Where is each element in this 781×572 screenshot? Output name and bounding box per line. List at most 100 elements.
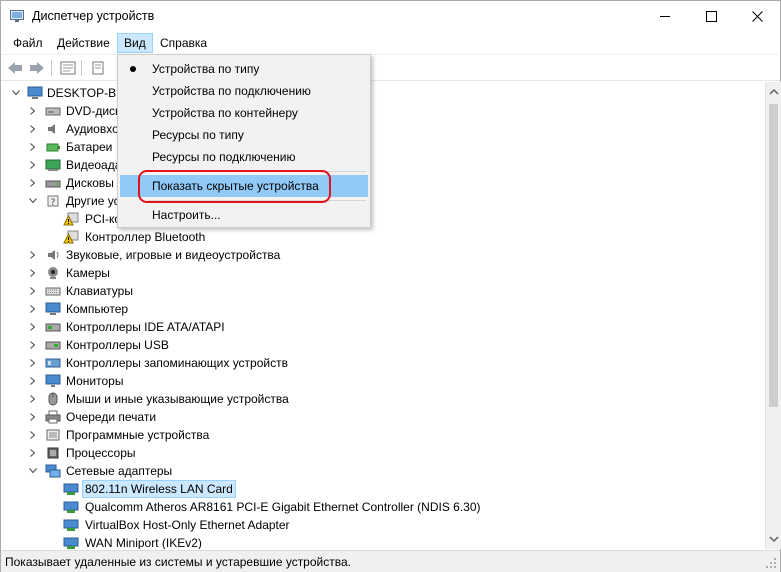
- scroll-thumb[interactable]: [769, 104, 778, 407]
- tree-node-print-queues[interactable]: Очереди печати: [1, 408, 201, 426]
- expand-chevron-icon[interactable]: [28, 444, 38, 462]
- expand-chevron-icon[interactable]: [28, 102, 38, 120]
- menu-help[interactable]: Справка: [154, 33, 213, 53]
- keyboard-icon: [45, 287, 61, 296]
- expand-chevron-icon[interactable]: [28, 246, 38, 264]
- tree-node-sound[interactable]: Звуковые, игровые и видеоустройства: [1, 246, 321, 264]
- forward-button[interactable]: [28, 59, 46, 77]
- tree-node-qualcomm[interactable]: Qualcomm Atheros AR8161 PCI-E Gigabit Et…: [1, 498, 521, 516]
- tree-node-dvd[interactable]: DVD-дисков: [1, 102, 133, 120]
- display-adapter-icon: [45, 159, 61, 171]
- expand-chevron-icon[interactable]: [28, 282, 38, 300]
- expand-chevron-icon[interactable]: [28, 372, 38, 390]
- expand-chevron-icon[interactable]: [28, 264, 38, 282]
- menu-view[interactable]: Вид: [117, 33, 153, 53]
- tree-node-bluetooth-warning[interactable]: Контроллер Bluetooth: [1, 228, 261, 246]
- document-icon: [92, 61, 104, 75]
- resize-grip-icon[interactable]: [765, 557, 777, 569]
- tree-node-mice[interactable]: Мыши и иные указывающие устройства: [1, 390, 321, 408]
- tree-node-network-adapters[interactable]: Сетевые адаптеры: [1, 462, 201, 480]
- expand-chevron-icon[interactable]: [28, 318, 38, 336]
- tree-node-cameras[interactable]: Камеры: [1, 264, 201, 282]
- collapse-chevron-icon[interactable]: [28, 462, 38, 480]
- expand-chevron-icon[interactable]: [28, 300, 38, 318]
- back-arrow-icon: [8, 62, 22, 74]
- forward-arrow-icon: [30, 62, 44, 74]
- tree-root[interactable]: DESKTOP-BPI: [1, 84, 127, 102]
- menu-item-label: Устройства по контейнеру: [152, 106, 298, 120]
- expand-chevron-icon[interactable]: [28, 426, 38, 444]
- tree-node-wireless-lan[interactable]: 802.11n Wireless LAN Card: [1, 480, 261, 498]
- menu-file[interactable]: Файл: [7, 33, 49, 53]
- tree-node-disks[interactable]: Дисковы: [1, 174, 121, 192]
- tree-node-label: VirtualBox Host-Only Ethernet Adapter: [85, 518, 290, 532]
- maximize-button[interactable]: [688, 1, 734, 32]
- tree-node-battery[interactable]: Батареи: [1, 138, 121, 156]
- view-menu-devices-by-type[interactable]: Устройства по типу: [120, 58, 368, 80]
- close-button[interactable]: [734, 1, 780, 32]
- tree-node-pci-warning[interactable]: PCI-ко: [1, 210, 121, 228]
- view-menu-devices-by-container[interactable]: Устройства по контейнеру: [120, 102, 368, 124]
- tree-node-virtualbox[interactable]: VirtualBox Host-Only Ethernet Adapter: [1, 516, 321, 534]
- minimize-button[interactable]: [642, 1, 688, 32]
- tree-node-label: Дисковы: [66, 176, 114, 190]
- expand-chevron-icon[interactable]: [28, 156, 38, 174]
- scroll-up-icon[interactable]: [769, 87, 779, 97]
- tree-node-label: Процессоры: [66, 446, 136, 460]
- tree-node-label: WAN Miniport (IKEv2): [85, 536, 202, 549]
- tree-node-label: Видеоада: [66, 158, 122, 172]
- tree-node-ide[interactable]: Контроллеры IDE ATA/ATAPI: [1, 318, 261, 336]
- view-menu-resources-by-type[interactable]: Ресурсы по типу: [120, 124, 368, 146]
- tree-node-label: Контроллеры USB: [66, 338, 169, 352]
- computer-icon: [45, 302, 61, 315]
- expand-chevron-icon[interactable]: [28, 390, 38, 408]
- vertical-scrollbar[interactable]: [765, 82, 781, 549]
- close-icon: [751, 11, 763, 22]
- tree-node-label: Мыши и иные указывающие устройства: [66, 392, 289, 406]
- expand-chevron-icon[interactable]: [28, 174, 38, 192]
- tree-node-computer[interactable]: Компьютер: [1, 300, 201, 318]
- collapse-chevron-icon[interactable]: [11, 84, 21, 102]
- software-device-icon: [46, 429, 60, 441]
- help-button[interactable]: [89, 59, 107, 77]
- title-bar[interactable]: Диспетчер устройств: [1, 1, 780, 32]
- expand-chevron-icon[interactable]: [28, 120, 38, 138]
- computer-icon: [27, 86, 43, 99]
- tree-node-usb[interactable]: Контроллеры USB: [1, 336, 201, 354]
- device-manager-icon: [10, 10, 24, 22]
- menu-action[interactable]: Действие: [51, 33, 116, 53]
- warning-device-icon: [63, 230, 79, 244]
- cpu-icon: [47, 447, 59, 459]
- back-button[interactable]: [6, 59, 24, 77]
- tree-node-storage[interactable]: Контроллеры запоминающих устройств: [1, 354, 321, 372]
- view-menu-customize[interactable]: Настроить...: [120, 204, 368, 226]
- properties-button[interactable]: [59, 59, 77, 77]
- tree-node-label: Мониторы: [66, 374, 124, 388]
- scroll-down-icon[interactable]: [769, 534, 779, 544]
- tree-node-display[interactable]: Видеоада: [1, 156, 121, 174]
- tree-node-audio[interactable]: Аудиовхо: [1, 120, 121, 138]
- battery-icon: [46, 143, 60, 152]
- tree-node-label: Камеры: [66, 266, 110, 280]
- view-menu-devices-by-connection[interactable]: Устройства по подключению: [120, 80, 368, 102]
- collapse-chevron-icon[interactable]: [28, 192, 38, 210]
- tree-node-monitors[interactable]: Мониторы: [1, 372, 201, 390]
- tree-node-processors[interactable]: Процессоры: [1, 444, 201, 462]
- network-adapter-icon: [63, 501, 79, 513]
- tree-node-wan-miniport[interactable]: WAN Miniport (IKEv2): [1, 534, 261, 549]
- tree-node-other-devices[interactable]: ? Другие ус: [1, 192, 121, 210]
- expand-chevron-icon[interactable]: [28, 408, 38, 426]
- view-menu-resources-by-connection[interactable]: Ресурсы по подключению: [120, 146, 368, 168]
- menu-bar: Файл Действие Вид Справка: [1, 32, 780, 54]
- tree-node-software-devices[interactable]: Программные устройства: [1, 426, 261, 444]
- tree-node-keyboards[interactable]: Клавиатуры: [1, 282, 201, 300]
- annotation-highlight-ring: [138, 170, 331, 203]
- menu-item-label: Устройства по типу: [152, 62, 260, 76]
- status-bar: Показывает удаленные из системы и устаре…: [1, 550, 780, 572]
- expand-chevron-icon[interactable]: [28, 354, 38, 372]
- expand-chevron-icon[interactable]: [28, 336, 38, 354]
- tree-node-label: Батареи: [66, 140, 113, 154]
- expand-chevron-icon[interactable]: [28, 138, 38, 156]
- usb-icon: [45, 341, 61, 350]
- device-tree[interactable]: DESKTOP-BPI DVD-дисков Аудиовхо Батареи …: [1, 82, 765, 549]
